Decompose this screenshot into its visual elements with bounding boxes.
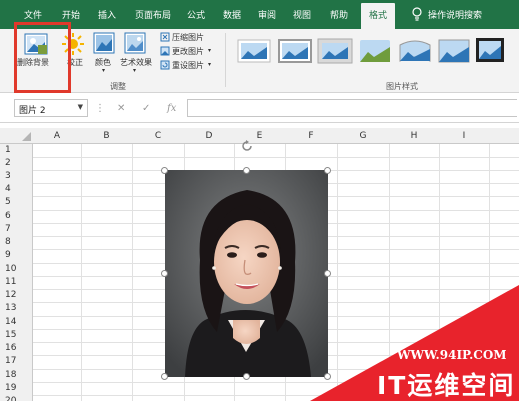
- tell-me-search[interactable]: 操作说明搜索: [428, 8, 482, 21]
- resize-handle-bottom[interactable]: [243, 373, 250, 380]
- picture-style-3: [317, 38, 353, 64]
- reset-picture-icon: [160, 60, 170, 70]
- name-box[interactable]: 图片 2 ▼: [14, 99, 88, 117]
- resize-handle-right[interactable]: [324, 270, 331, 277]
- resize-handle-top[interactable]: [243, 167, 250, 174]
- column-header-c[interactable]: C: [132, 131, 184, 141]
- compress-picture-icon: [160, 32, 170, 42]
- lightbulb-icon: [412, 7, 422, 21]
- tab-data[interactable]: 数据: [223, 8, 241, 21]
- highlight-box: [14, 22, 71, 93]
- picture-style-1: [237, 39, 271, 63]
- cancel-icon[interactable]: ✕: [117, 103, 125, 114]
- chevron-down-icon[interactable]: ▼: [78, 103, 83, 111]
- picture-style-7: [476, 38, 504, 62]
- excel-window: 文件 开始 插入 页面布局 公式 数据 审阅 视图 帮助 格式 操作说明搜索 删…: [0, 0, 519, 401]
- select-all-icon[interactable]: [22, 132, 31, 141]
- tab-review[interactable]: 审阅: [258, 8, 276, 21]
- tab-format[interactable]: 格式: [361, 3, 396, 29]
- row-header[interactable]: 8: [5, 237, 11, 247]
- row-header[interactable]: 17: [5, 356, 16, 366]
- ribbon-separator: [225, 33, 226, 87]
- picture-style-6: [438, 39, 470, 63]
- row-header[interactable]: 11: [5, 277, 16, 287]
- portrait-photo[interactable]: [165, 170, 328, 377]
- row-header[interactable]: 6: [5, 211, 11, 221]
- row-header[interactable]: 20: [5, 396, 16, 401]
- column-header-g[interactable]: G: [337, 131, 389, 141]
- ribbon-tab-bar: 文件 开始 插入 页面布局 公式 数据 审阅 视图 帮助 格式 操作说明搜索: [0, 0, 519, 29]
- gridline: [33, 157, 519, 158]
- art-effects-dropdown-arrow[interactable]: ▾: [133, 67, 136, 74]
- picture-style-5: [399, 40, 431, 62]
- column-header-a[interactable]: A: [33, 131, 81, 141]
- tab-page-layout[interactable]: 页面布局: [135, 8, 171, 21]
- tab-file[interactable]: 文件: [24, 8, 42, 21]
- tab-help[interactable]: 帮助: [330, 8, 348, 21]
- resize-handle-left[interactable]: [161, 270, 168, 277]
- row-header[interactable]: 10: [5, 264, 16, 274]
- column-header-b[interactable]: B: [81, 131, 132, 141]
- row-header[interactable]: 14: [5, 317, 16, 327]
- row-header[interactable]: 12: [5, 290, 16, 300]
- picture-styles-group-label: 图片样式: [386, 82, 418, 91]
- formula-bar: 图片 2 ▼ ⋮ ✕ ✓ fx: [0, 93, 519, 123]
- watermark-url: WWW.94IP.COM: [397, 348, 507, 362]
- row-header[interactable]: 19: [5, 383, 16, 393]
- tab-home[interactable]: 开始: [62, 8, 80, 21]
- tab-view[interactable]: 视图: [293, 8, 311, 21]
- tab-insert[interactable]: 插入: [98, 8, 116, 21]
- compress-pictures-button[interactable]: 压缩图片: [172, 32, 204, 43]
- picture-style-2: [278, 39, 312, 63]
- reset-picture-dropdown-arrow[interactable]: ▾: [208, 61, 211, 68]
- more-options-icon: ⋮: [95, 103, 105, 114]
- row-header[interactable]: 15: [5, 330, 16, 340]
- name-box-value: 图片 2: [19, 106, 46, 116]
- resize-handle-top-left[interactable]: [161, 167, 168, 174]
- resize-handle-top-right[interactable]: [324, 167, 331, 174]
- ribbon-panel: 删除背景 校正 颜色 ▾ 艺术效果 ▾ 压缩图片 更改图片 ▾ 重设图片 ▾ 调…: [0, 29, 519, 93]
- rotate-handle-icon[interactable]: [240, 139, 254, 153]
- change-picture-button[interactable]: 更改图片: [172, 46, 204, 57]
- tab-formulas[interactable]: 公式: [187, 8, 205, 21]
- column-headers: A B C D E F G H I: [0, 128, 519, 144]
- adjust-group-label: 调整: [110, 82, 126, 91]
- change-picture-dropdown-arrow[interactable]: ▾: [208, 47, 211, 54]
- column-header-i[interactable]: I: [439, 131, 489, 141]
- picture-style-4: [360, 40, 390, 62]
- row-headers: 1 2 3 4 5 6 7 8 9 10 11 12 13 14 15 16 1…: [0, 144, 33, 401]
- row-header[interactable]: 18: [5, 370, 16, 380]
- reset-picture-button[interactable]: 重设图片: [172, 60, 204, 71]
- artistic-effects-icon[interactable]: [124, 32, 146, 54]
- row-header[interactable]: 7: [5, 224, 11, 234]
- row-header[interactable]: 1: [5, 145, 11, 155]
- formula-input[interactable]: [187, 99, 517, 117]
- column-header-f[interactable]: F: [285, 131, 337, 141]
- row-header[interactable]: 9: [5, 250, 11, 260]
- watermark-brand: IT运维空间: [377, 371, 516, 400]
- resize-handle-bottom-left[interactable]: [161, 373, 168, 380]
- insert-function-icon[interactable]: fx: [167, 103, 176, 114]
- column-header-d[interactable]: D: [184, 131, 234, 141]
- row-header[interactable]: 13: [5, 303, 16, 313]
- change-picture-icon: [160, 46, 170, 56]
- column-header-h[interactable]: H: [389, 131, 439, 141]
- row-header[interactable]: 16: [5, 343, 16, 353]
- color-dropdown-arrow[interactable]: ▾: [102, 67, 105, 74]
- row-header[interactable]: 4: [5, 184, 11, 194]
- row-header[interactable]: 2: [5, 158, 11, 168]
- picture-styles-gallery: [236, 35, 506, 71]
- row-header[interactable]: 3: [5, 171, 11, 181]
- row-header[interactable]: 5: [5, 197, 11, 207]
- enter-icon[interactable]: ✓: [142, 103, 150, 114]
- color-icon[interactable]: [93, 32, 115, 54]
